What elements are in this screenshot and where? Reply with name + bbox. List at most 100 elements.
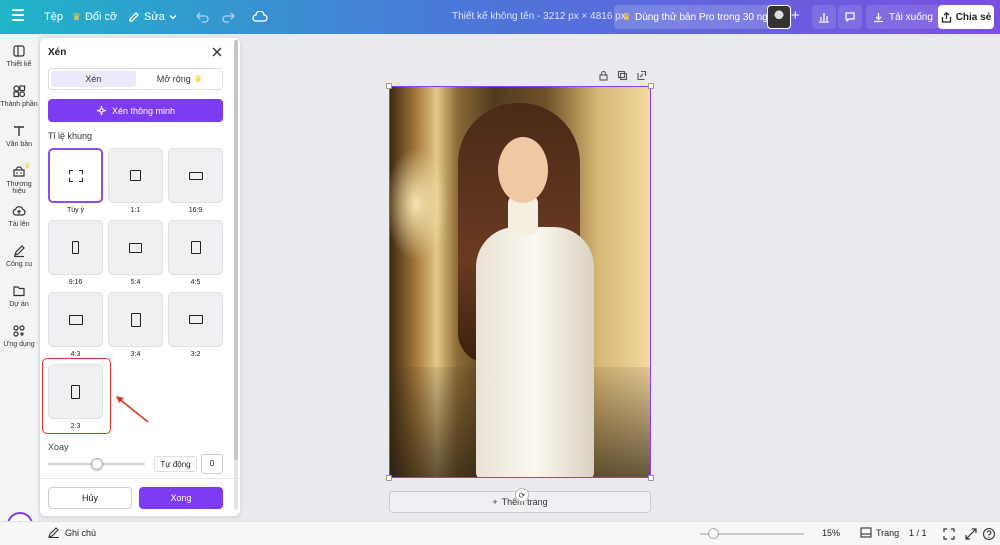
free-crop-icon [68, 169, 83, 182]
fullscreen-icon[interactable] [942, 527, 956, 541]
crop-handle-bottom-right[interactable] [648, 475, 654, 481]
sidebar-item-apps[interactable]: Ứng dụng [0, 324, 38, 348]
portrait-rect-icon [72, 241, 79, 254]
panel-scrollbar[interactable] [234, 40, 238, 510]
crop-handle-bottom-left[interactable] [386, 475, 392, 481]
undo-button[interactable] [190, 4, 216, 30]
rotate-label: Xoay [48, 442, 69, 452]
sidebar-item-brand[interactable]: Thương hiệu [0, 164, 38, 195]
close-icon[interactable] [210, 45, 224, 59]
ratio-1-1[interactable] [108, 148, 163, 203]
crop-tabs: Xén Mở rộng ♛ [48, 68, 223, 90]
apps-icon [13, 325, 25, 337]
chevron-down-icon [169, 15, 177, 20]
tab-crop[interactable]: Xén [51, 71, 136, 87]
ratio-3-2[interactable] [168, 292, 223, 347]
ratio-4-3[interactable] [48, 292, 103, 347]
file-menu-button[interactable]: Tệp [38, 4, 69, 30]
smart-crop-label: Xén thông minh [111, 105, 176, 116]
panel-title: Xén [48, 47, 67, 58]
annotation-arrow-icon [116, 396, 149, 423]
landscape-rect-icon [188, 315, 203, 324]
ratio-3-4[interactable] [108, 292, 163, 347]
ratio-label: 3:4 [130, 351, 141, 358]
crop-panel: Xén Xén Mở rộng ♛ Xén thông minh Tỉ lệ k… [40, 38, 240, 516]
tab-expand[interactable]: Mở rộng ♛ [138, 69, 223, 89]
comments-button[interactable] [838, 5, 862, 29]
ratio-label: 9:16 [68, 279, 83, 286]
rotate-value-input[interactable]: 0 [201, 454, 223, 474]
layout-icon [13, 45, 25, 57]
hamburger-menu-icon[interactable] [12, 9, 24, 25]
crop-handle-top-left[interactable] [386, 83, 392, 89]
lock-icon[interactable] [598, 70, 609, 81]
text-icon [14, 126, 24, 136]
ratio-label: 16:9 [188, 207, 203, 214]
document-title[interactable]: Thiết kế không tên - 3212 px × 4816 px [452, 11, 626, 22]
ratio-16-9[interactable] [168, 148, 223, 203]
share-icon [941, 11, 951, 23]
landscape-rect-icon [129, 242, 142, 253]
notes-button[interactable]: Ghi chú [48, 527, 96, 538]
ratio-label: 4:3 [70, 351, 81, 358]
zoom-value[interactable]: 15% [822, 528, 840, 538]
ratio-free[interactable] [48, 148, 103, 203]
sidebar-item-label: Thiết kế [6, 61, 32, 68]
cancel-button[interactable]: Hủy [48, 487, 132, 509]
add-page-icon[interactable] [636, 70, 647, 81]
edit-menu-button[interactable]: Sửa [122, 4, 183, 30]
sidebar-item-projects[interactable]: Dự án [0, 284, 38, 308]
rotate-auto-label: Tự động [160, 459, 191, 469]
expand-icon[interactable] [964, 527, 978, 541]
notes-label: Ghi chú [65, 527, 97, 538]
ratio-4-5[interactable] [168, 220, 223, 275]
pages-button[interactable]: Trang [860, 527, 899, 538]
share-button[interactable]: Chia sẻ [938, 5, 994, 29]
avatar[interactable] [767, 5, 791, 29]
download-button[interactable]: Tải xuống [866, 5, 940, 29]
pro-trial-button[interactable]: ♛ Dùng thử bản Pro trong 30 ngày [614, 5, 787, 29]
panel-divider [40, 478, 240, 479]
ratio-9-16[interactable] [48, 220, 103, 275]
landscape-rect-icon [68, 314, 83, 325]
landscape-rect-icon [188, 171, 203, 180]
insights-button[interactable] [812, 5, 836, 29]
page-count: 1 / 1 [909, 528, 927, 538]
crop-handle-top-right[interactable] [648, 83, 654, 89]
resize-button[interactable]: ♛ Đổi cỡ [66, 4, 123, 30]
sidebar-item-label: Tải lên [8, 221, 30, 228]
cancel-label: Hủy [81, 493, 98, 503]
ratio-5-4[interactable] [108, 220, 163, 275]
crown-icon: ♛ [193, 73, 203, 85]
pro-trial-label: Dùng thử bản Pro trong 30 ngày [634, 11, 779, 23]
done-button[interactable]: Xong [139, 487, 223, 509]
canvas-photo[interactable] [389, 86, 651, 478]
sidebar-item-tools[interactable]: Công cụ [0, 244, 38, 268]
sidebar-item-design[interactable]: Thiết kế [0, 44, 38, 68]
folder-icon [13, 286, 25, 297]
add-collaborator-icon[interactable]: + [791, 8, 800, 24]
page-toolbar [598, 70, 647, 81]
sidebar-item-elements[interactable]: Thành phần [0, 84, 38, 108]
rotate-slider-thumb[interactable] [91, 458, 103, 470]
download-label: Tải xuống [889, 11, 933, 23]
crown-icon: ♛ [72, 11, 81, 23]
redo-icon [222, 12, 235, 23]
top-bar: Tệp ♛ Đổi cỡ Sửa Thiết kế không tên - 32… [0, 0, 1000, 34]
ratio-label: 5:4 [130, 279, 141, 286]
duplicate-icon[interactable] [617, 70, 628, 81]
redo-button[interactable] [215, 4, 241, 30]
help-icon[interactable] [982, 527, 996, 541]
sidebar-item-uploads[interactable]: Tải lên [0, 204, 38, 228]
cloud-save-button[interactable] [246, 4, 274, 30]
rotate-auto-button[interactable]: Tự động [154, 456, 197, 472]
zoom-slider-thumb[interactable] [708, 528, 719, 539]
ratio-label: 4:5 [190, 279, 201, 286]
pencil-icon [129, 12, 139, 22]
sidebar-item-text[interactable]: Văn bản [0, 124, 38, 148]
sidebar-item-label: Ứng dụng [3, 341, 35, 348]
pages-icon [860, 527, 872, 538]
rotate-handle-icon[interactable]: ⟳ [515, 488, 529, 502]
smart-crop-button[interactable]: Xén thông minh [48, 99, 223, 122]
done-label: Xong [170, 493, 192, 503]
